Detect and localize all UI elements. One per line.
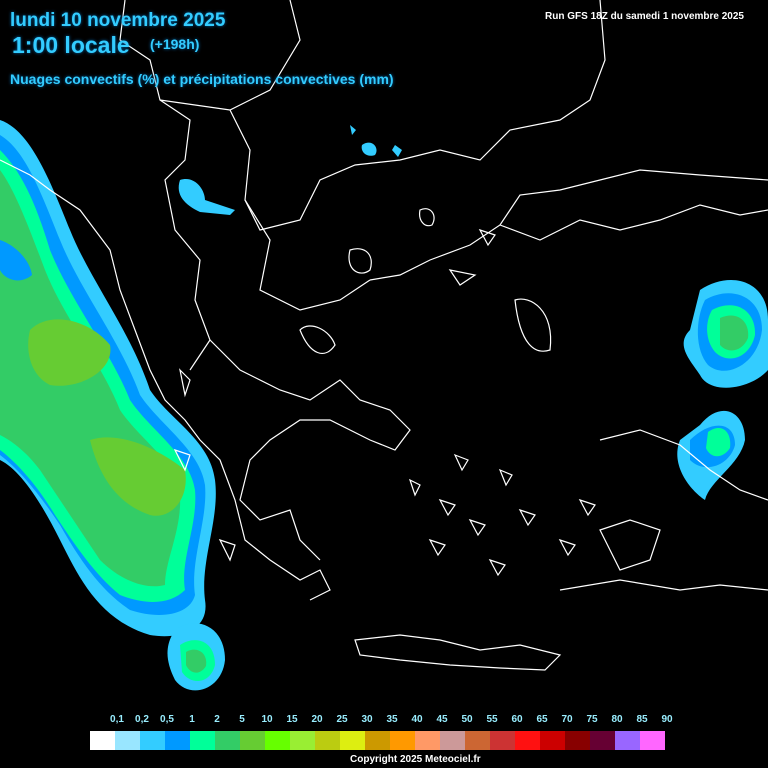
legend-label: 10 xyxy=(261,714,273,725)
legend-swatch xyxy=(190,731,215,750)
forecast-lead-time: (+198h) xyxy=(150,36,200,52)
legend-label: 1 xyxy=(189,714,195,725)
legend-label: 50 xyxy=(461,714,473,725)
forecast-time: 1:00 locale xyxy=(12,32,130,58)
legend-label: 75 xyxy=(586,714,598,725)
legend-swatch xyxy=(640,731,665,750)
legend-label: 80 xyxy=(611,714,623,725)
legend-label: 0,5 xyxy=(160,714,174,725)
legend-swatch xyxy=(540,731,565,750)
legend-swatch xyxy=(315,731,340,750)
legend-label: 70 xyxy=(561,714,573,725)
legend-label: 65 xyxy=(536,714,548,725)
legend-swatch xyxy=(240,731,265,750)
legend-swatch xyxy=(515,731,540,750)
parameter-title: Nuages convectifs (%) et précipitations … xyxy=(10,71,394,87)
legend-label: 60 xyxy=(511,714,523,725)
legend-swatch xyxy=(465,731,490,750)
weather-map-view: lundi 10 novembre 2025 1:00 locale (+198… xyxy=(0,0,768,768)
legend-label: 5 xyxy=(239,714,245,725)
forecast-date: lundi 10 novembre 2025 xyxy=(10,10,226,31)
color-scale-legend xyxy=(90,731,665,750)
legend-label: 25 xyxy=(336,714,348,725)
legend-label: 55 xyxy=(486,714,498,725)
legend-swatch xyxy=(440,731,465,750)
legend-label: 45 xyxy=(436,714,448,725)
model-run-label: Run GFS 18Z du samedi 1 novembre 2025 xyxy=(545,11,744,22)
legend-swatch xyxy=(265,731,290,750)
legend-label: 15 xyxy=(286,714,298,725)
legend-swatch xyxy=(340,731,365,750)
legend-swatch xyxy=(490,731,515,750)
legend-swatch xyxy=(590,731,615,750)
legend-swatch xyxy=(165,731,190,750)
legend-swatch xyxy=(390,731,415,750)
legend-label: 2 xyxy=(214,714,220,725)
legend-label: 85 xyxy=(636,714,648,725)
map-canvas xyxy=(0,0,768,691)
copyright: Copyright 2025 Meteociel.fr xyxy=(350,754,481,765)
legend-swatch xyxy=(615,731,640,750)
legend-swatch xyxy=(115,731,140,750)
legend-swatch xyxy=(215,731,240,750)
legend-label: 90 xyxy=(661,714,673,725)
legend-swatch xyxy=(290,731,315,750)
legend-swatch xyxy=(565,731,590,750)
precipitation-layer xyxy=(0,120,768,691)
legend-label: 20 xyxy=(311,714,323,725)
legend-label: 0,1 xyxy=(110,714,124,725)
legend-label: 30 xyxy=(361,714,373,725)
legend-swatch xyxy=(90,731,115,750)
legend-label: 40 xyxy=(411,714,423,725)
legend-label: 0,2 xyxy=(135,714,149,725)
legend-swatch xyxy=(365,731,390,750)
legend-swatch xyxy=(140,731,165,750)
legend-label: 35 xyxy=(386,714,398,725)
legend-swatch xyxy=(415,731,440,750)
